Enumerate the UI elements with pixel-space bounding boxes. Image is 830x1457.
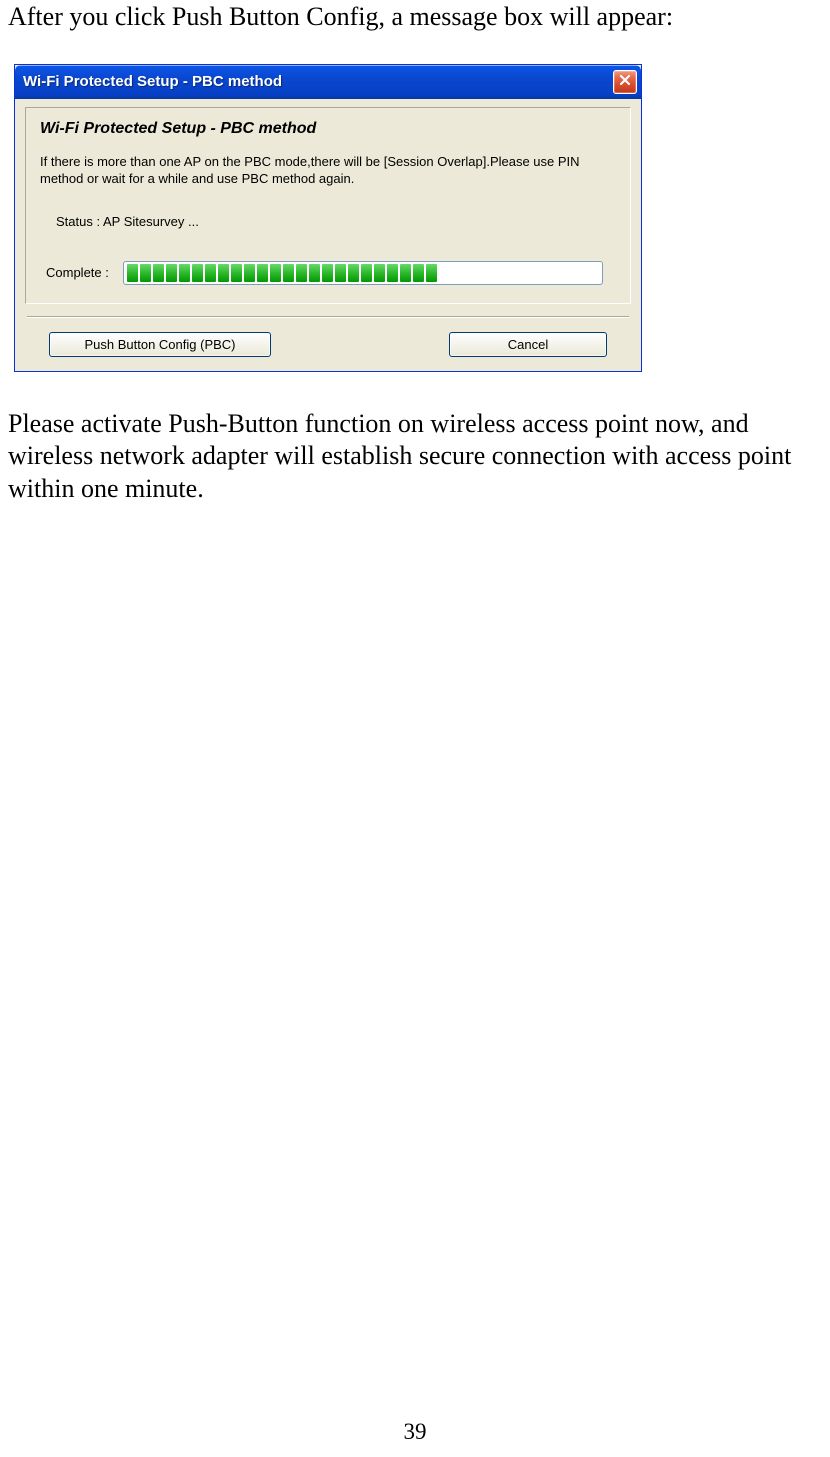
progress-segment	[413, 264, 424, 282]
progress-segment	[166, 264, 177, 282]
page-number: 39	[0, 1419, 830, 1445]
dialog-body: Wi-Fi Protected Setup - PBC method If th…	[15, 99, 641, 371]
dialog-title: Wi-Fi Protected Setup - PBC method	[23, 73, 613, 90]
progress-segment	[179, 264, 190, 282]
complete-label: Complete :	[46, 265, 109, 280]
progress-segment	[348, 264, 359, 282]
dialog-inner-panel: Wi-Fi Protected Setup - PBC method If th…	[25, 107, 631, 304]
progress-bar	[123, 261, 603, 285]
progress-segment	[244, 264, 255, 282]
progress-segment	[192, 264, 203, 282]
progress-segment	[283, 264, 294, 282]
dialog-titlebar[interactable]: Wi-Fi Protected Setup - PBC method	[15, 65, 641, 99]
progress-segment	[231, 264, 242, 282]
panel-description: If there is more than one AP on the PBC …	[40, 154, 616, 188]
progress-segment	[387, 264, 398, 282]
cancel-button[interactable]: Cancel	[449, 332, 607, 357]
push-button-config-button[interactable]: Push Button Config (PBC)	[49, 332, 271, 357]
progress-segment	[153, 264, 164, 282]
progress-segment	[127, 264, 138, 282]
panel-title: Wi-Fi Protected Setup - PBC method	[40, 120, 616, 138]
intro-paragraph: After you click Push Button Config, a me…	[8, 0, 822, 34]
progress-segment	[426, 264, 437, 282]
status-row: Status : AP Sitesurvey ...	[40, 214, 616, 229]
progress-segment	[361, 264, 372, 282]
progress-segment	[322, 264, 333, 282]
progress-segment	[270, 264, 281, 282]
panel-separator	[27, 316, 629, 318]
close-button[interactable]	[613, 70, 637, 94]
progress-segment	[205, 264, 216, 282]
progress-segment	[257, 264, 268, 282]
progress-segment	[374, 264, 385, 282]
wps-dialog-window: Wi-Fi Protected Setup - PBC method Wi-Fi…	[14, 64, 642, 372]
progress-segment	[218, 264, 229, 282]
progress-segment	[140, 264, 151, 282]
status-label: Status : AP Sitesurvey ...	[56, 214, 199, 229]
outro-paragraph: Please activate Push-Button function on …	[8, 408, 822, 506]
progress-segment	[335, 264, 346, 282]
complete-row: Complete :	[40, 261, 616, 285]
progress-segment	[400, 264, 411, 282]
progress-segment	[296, 264, 307, 282]
close-icon	[619, 73, 631, 91]
dialog-buttons-row: Push Button Config (PBC) Cancel	[25, 332, 631, 361]
progress-segment	[309, 264, 320, 282]
